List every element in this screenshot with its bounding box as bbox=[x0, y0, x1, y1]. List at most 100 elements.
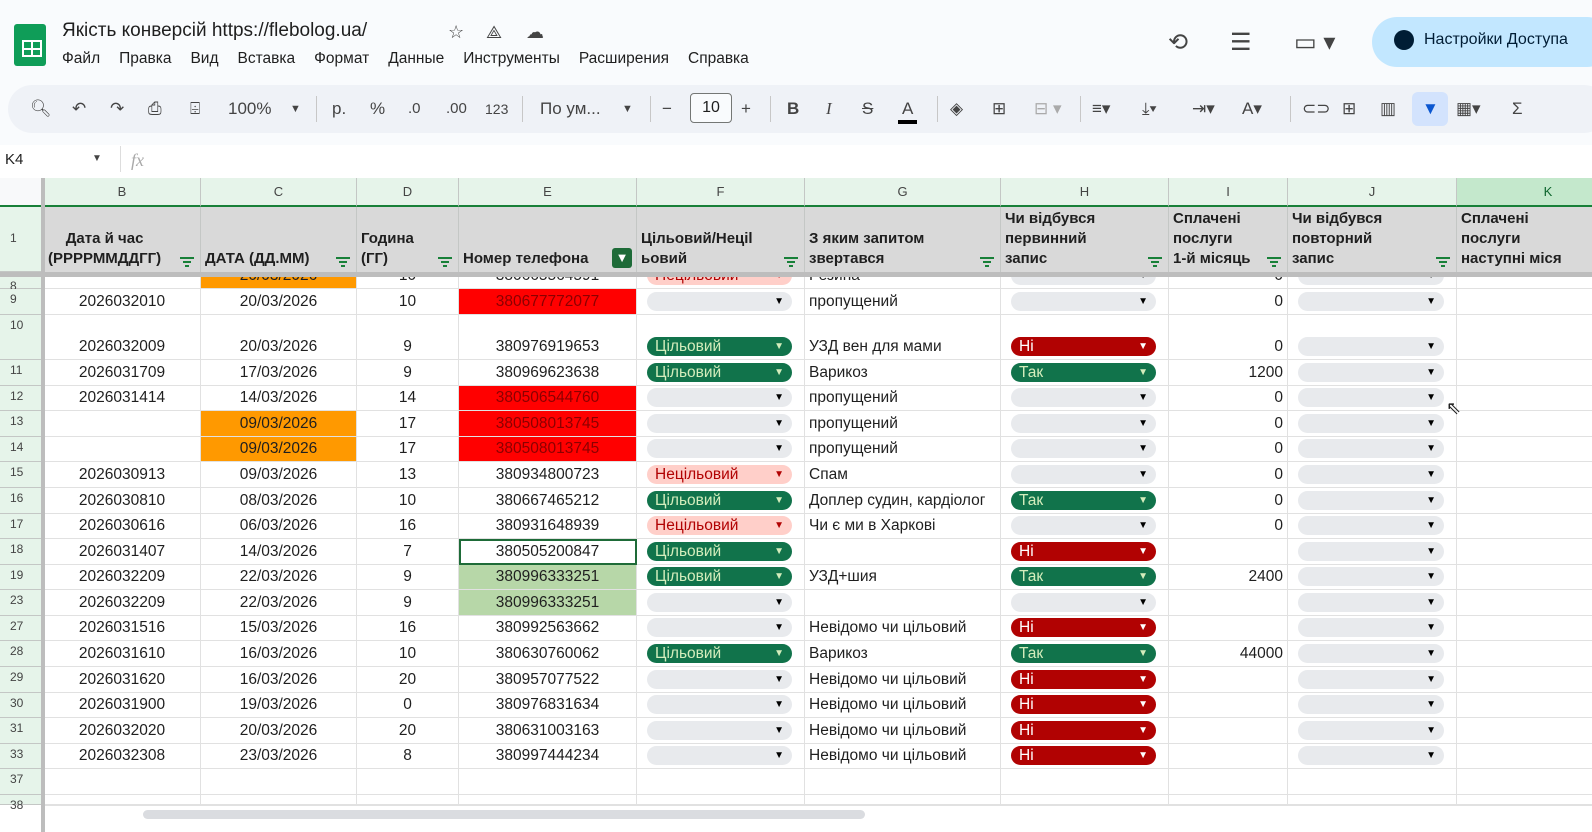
dropdown-chip[interactable]: ▼ bbox=[1011, 593, 1156, 612]
cell-D23[interactable]: 9 bbox=[357, 590, 459, 616]
cell-I10[interactable]: 0 bbox=[1169, 315, 1288, 360]
row-header-31[interactable]: 31 bbox=[0, 718, 44, 744]
cell-G14[interactable]: пропущений bbox=[805, 437, 1001, 462]
cell-B23[interactable]: 2026032209 bbox=[44, 590, 201, 616]
chevron-down-icon[interactable]: ▼ bbox=[92, 153, 102, 164]
cell-E33[interactable]: 380997444234 bbox=[459, 744, 637, 769]
dropdown-arrow-icon[interactable]: ▼ bbox=[774, 746, 784, 765]
cell-F15[interactable]: Нецільовий ▼ bbox=[637, 462, 805, 488]
cell-F17[interactable]: Нецільовий ▼ bbox=[637, 514, 805, 539]
cell-H18[interactable]: Ні ▼ bbox=[1001, 539, 1169, 565]
cell-J31[interactable]: ▼ bbox=[1288, 718, 1457, 744]
cell-D33[interactable]: 8 bbox=[357, 744, 459, 769]
dropdown-chip[interactable]: Ні ▼ bbox=[1011, 337, 1156, 356]
scrollbar-thumb[interactable] bbox=[143, 810, 865, 819]
cell-G13[interactable]: пропущений bbox=[805, 411, 1001, 437]
cell-D38[interactable] bbox=[357, 795, 459, 805]
column-header-G[interactable]: G bbox=[805, 178, 1001, 207]
cell-J19[interactable]: ▼ bbox=[1288, 565, 1457, 590]
dropdown-chip[interactable]: ▼ bbox=[1011, 439, 1156, 458]
cell-E12[interactable]: 380506544760 bbox=[459, 386, 637, 411]
dropdown-arrow-icon[interactable]: ▼ bbox=[1426, 388, 1436, 407]
row-header-29[interactable]: 29 bbox=[0, 667, 44, 693]
cell-G10[interactable]: УЗД вен для мами bbox=[805, 315, 1001, 360]
row-header-1[interactable]: 1 bbox=[0, 207, 44, 272]
cell-K14[interactable] bbox=[1457, 437, 1592, 462]
cell-H23[interactable]: ▼ bbox=[1001, 590, 1169, 616]
dropdown-chip[interactable]: Цільовий ▼ bbox=[647, 644, 792, 663]
comments-icon[interactable]: ☰ bbox=[1230, 28, 1252, 57]
cell-J23[interactable]: ▼ bbox=[1288, 590, 1457, 616]
cell-J16[interactable]: ▼ bbox=[1288, 488, 1457, 514]
row-header-9[interactable]: 9 bbox=[0, 289, 44, 315]
header-cell-F[interactable]: Цільовий/Нецil ьовий bbox=[637, 207, 805, 272]
cell-K11[interactable] bbox=[1457, 360, 1592, 386]
cell-D37[interactable] bbox=[357, 769, 459, 795]
cell-C14[interactable]: 09/03/2026 bbox=[201, 437, 357, 462]
row-header-18[interactable]: 18 bbox=[0, 539, 44, 565]
cell-G33[interactable]: Невідомо чи цільовий bbox=[805, 744, 1001, 769]
cell-K9[interactable] bbox=[1457, 289, 1592, 315]
row-header-17[interactable]: 17 bbox=[0, 514, 44, 539]
dropdown-arrow-icon[interactable]: ▼ bbox=[1138, 593, 1148, 612]
cell-J10[interactable]: ▼ bbox=[1288, 315, 1457, 360]
cell-C9[interactable]: 20/03/2026 bbox=[201, 289, 357, 315]
cell-I30[interactable] bbox=[1169, 693, 1288, 718]
font-size-input[interactable]: 10 bbox=[690, 93, 732, 123]
filter-icon[interactable] bbox=[180, 257, 194, 267]
cell-F27[interactable]: ▼ bbox=[637, 616, 805, 641]
paint-format-icon[interactable]: ⌹ bbox=[190, 98, 200, 120]
row-header-19[interactable]: 19 bbox=[0, 565, 44, 590]
cell-E37[interactable] bbox=[459, 769, 637, 795]
header-cell-E[interactable]: Номер телефона ▼ bbox=[459, 207, 637, 272]
chart-icon[interactable]: ▥ bbox=[1380, 98, 1396, 120]
row-header-38[interactable]: 38 bbox=[0, 795, 44, 812]
filter-icon[interactable] bbox=[438, 257, 452, 267]
menu-2[interactable]: Вид bbox=[190, 50, 218, 68]
cell-C8[interactable]: 20/03/2026 bbox=[201, 276, 357, 289]
cell-H29[interactable]: Ні ▼ bbox=[1001, 667, 1169, 693]
dropdown-arrow-icon[interactable]: ▼ bbox=[1426, 542, 1436, 561]
text-rotation-icon[interactable]: A▾ bbox=[1242, 98, 1262, 120]
cell-G11[interactable]: Варикоз bbox=[805, 360, 1001, 386]
filter-icon[interactable] bbox=[1148, 257, 1162, 267]
cell-B33[interactable]: 2026032308 bbox=[44, 744, 201, 769]
row-header-37[interactable]: 37 bbox=[0, 769, 44, 795]
increase-font-size-button[interactable]: + bbox=[741, 98, 751, 120]
cell-C11[interactable]: 17/03/2026 bbox=[201, 360, 357, 386]
cell-C31[interactable]: 20/03/2026 bbox=[201, 718, 357, 744]
cell-J13[interactable]: ▼ bbox=[1288, 411, 1457, 437]
dropdown-arrow-icon[interactable]: ▼ bbox=[1138, 516, 1148, 535]
menu-5[interactable]: Данные bbox=[388, 50, 444, 68]
cell-B12[interactable]: 2026031414 bbox=[44, 386, 201, 411]
decrease-decimal-button[interactable]: .0 bbox=[408, 98, 421, 120]
dropdown-arrow-icon[interactable]: ▼ bbox=[1426, 593, 1436, 612]
row-header-8[interactable]: 8 bbox=[0, 276, 44, 293]
cell-F8[interactable]: Нецільовий ▼ bbox=[637, 276, 805, 289]
menu-6[interactable]: Инструменты bbox=[463, 50, 560, 68]
filter-icon[interactable] bbox=[336, 257, 350, 267]
column-header-K[interactable]: K bbox=[1457, 178, 1592, 207]
dropdown-arrow-icon[interactable]: ▼ bbox=[1138, 670, 1148, 689]
dropdown-chip[interactable]: Ні ▼ bbox=[1011, 670, 1156, 689]
cell-D28[interactable]: 10 bbox=[357, 641, 459, 667]
dropdown-chip[interactable]: ▼ bbox=[647, 695, 792, 714]
dropdown-chip[interactable]: Так ▼ bbox=[1011, 644, 1156, 663]
dropdown-chip[interactable]: ▼ bbox=[647, 439, 792, 458]
dropdown-chip[interactable]: Так ▼ bbox=[1011, 363, 1156, 382]
cell-I16[interactable]: 0 bbox=[1169, 488, 1288, 514]
cell-H8[interactable]: ▼ bbox=[1001, 276, 1169, 289]
cell-B13[interactable] bbox=[44, 411, 201, 437]
cell-K33[interactable] bbox=[1457, 744, 1592, 769]
cell-J14[interactable]: ▼ bbox=[1288, 437, 1457, 462]
cell-D27[interactable]: 16 bbox=[357, 616, 459, 641]
cell-E18[interactable]: 380505200847 bbox=[459, 539, 637, 565]
dropdown-chip[interactable]: Цільовий ▼ bbox=[647, 363, 792, 382]
cell-K29[interactable] bbox=[1457, 667, 1592, 693]
dropdown-arrow-icon[interactable]: ▼ bbox=[774, 695, 784, 714]
dropdown-arrow-icon[interactable]: ▼ bbox=[774, 292, 784, 311]
cell-H19[interactable]: Так ▼ bbox=[1001, 565, 1169, 590]
column-header-H[interactable]: H bbox=[1001, 178, 1169, 207]
menu-7[interactable]: Расширения bbox=[579, 50, 669, 68]
cell-G9[interactable]: пропущений bbox=[805, 289, 1001, 315]
